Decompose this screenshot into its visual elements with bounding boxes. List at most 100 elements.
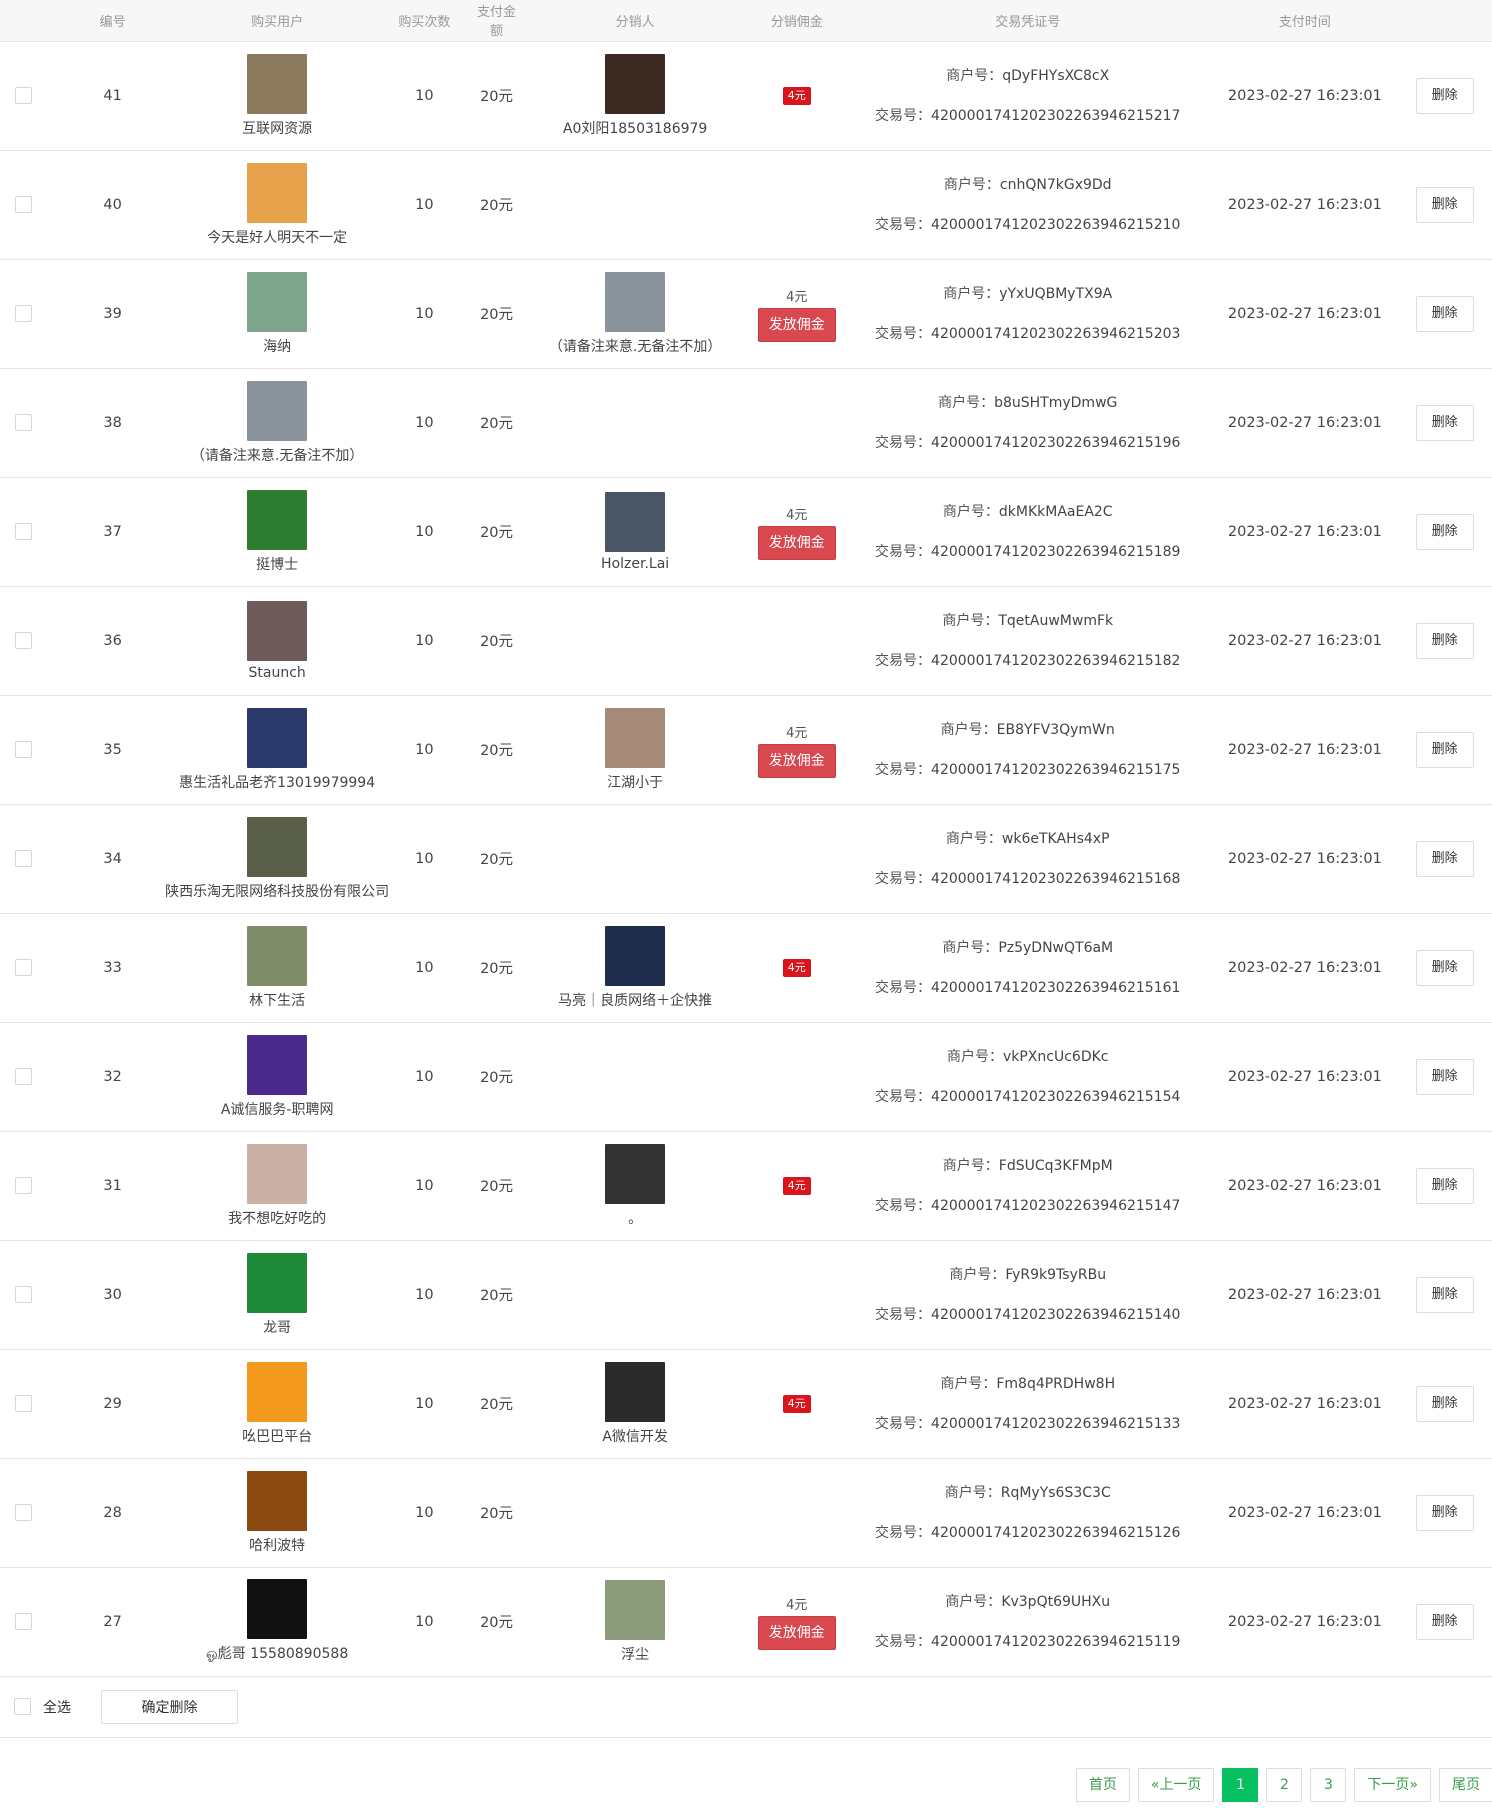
proof-cell: 商户号：qDyFHYsXC8cX 交易号：4200001741202302263…	[842, 41, 1213, 151]
trade-no: 交易号：4200001741202302263946215161	[843, 968, 1213, 1008]
delete-button[interactable]: 删除	[1415, 1058, 1474, 1095]
trade-no-label: 交易号：	[875, 543, 932, 560]
buyer-name: （请备注来意.无备注不加）	[190, 447, 364, 464]
row-checkbox[interactable]	[14, 305, 32, 322]
table-row: 40 今天是好人明天不一定 10 20元 商户号：cnhQN7kGx9Dd 交易…	[0, 150, 1492, 260]
row-checkbox[interactable]	[14, 1068, 32, 1085]
buyer-avatar	[247, 1361, 308, 1422]
pay-commission-button[interactable]: 发放佣金	[757, 525, 836, 560]
order-id: 39	[46, 259, 179, 369]
actions-cell: 删除	[1397, 477, 1492, 587]
commission-cell	[750, 1458, 843, 1568]
delete-button[interactable]: 删除	[1415, 1494, 1474, 1531]
row-checkbox[interactable]	[14, 1286, 32, 1303]
page-button-3[interactable]: 3	[1310, 1768, 1347, 1802]
table-row: 29 吆巴巴平台 10 20元 A微信开发 4元 商户号：Fm8q4PRDHw8…	[0, 1349, 1492, 1459]
delete-button[interactable]: 删除	[1415, 840, 1474, 877]
first-page-button[interactable]: 首页	[1075, 1768, 1130, 1802]
distributor-cell	[519, 368, 751, 478]
distributor-name: 江湖小于	[607, 774, 664, 791]
row-checkbox[interactable]	[14, 1395, 32, 1412]
delete-button[interactable]: 删除	[1415, 1603, 1474, 1640]
merchant-no-label: 商户号：	[943, 176, 1000, 193]
pay-commission-button[interactable]: 发放佣金	[757, 1615, 836, 1650]
buyer-cell: 吆巴巴平台	[178, 1349, 376, 1459]
trade-no: 交易号：4200001741202302263946215217	[843, 96, 1213, 136]
row-checkbox[interactable]	[14, 523, 32, 540]
header-id: 编号	[46, 0, 179, 42]
row-checkbox[interactable]	[14, 1613, 32, 1630]
table-row: 31 我不想吃好吃的 10 20元 。 4元 商户号：FdSUCq3KFMpM …	[0, 1131, 1492, 1241]
delete-button[interactable]: 删除	[1415, 77, 1474, 114]
delete-button[interactable]: 删除	[1415, 1167, 1474, 1204]
row-checkbox[interactable]	[14, 196, 32, 213]
order-id: 28	[46, 1458, 179, 1568]
purchase-count: 10	[375, 1022, 474, 1132]
purchase-count: 10	[375, 1458, 474, 1568]
row-checkbox[interactable]	[14, 1177, 32, 1194]
distributor-cell	[519, 586, 751, 696]
pay-commission-button[interactable]: 发放佣金	[757, 307, 836, 342]
table-row: 28 哈利波特 10 20元 商户号：RqMyYs6S3C3C 交易号：4200…	[0, 1458, 1492, 1568]
order-id: 40	[46, 150, 179, 260]
delete-button[interactable]: 删除	[1415, 186, 1474, 223]
distributor-cell: A微信开发	[519, 1349, 751, 1459]
trade-no-value: 4200001741202302263946215168	[931, 870, 1181, 887]
delete-button[interactable]: 删除	[1415, 295, 1474, 332]
delete-button[interactable]: 删除	[1415, 949, 1474, 986]
trade-no-value: 4200001741202302263946215210	[931, 216, 1181, 233]
buyer: 互联网资源	[179, 53, 375, 138]
delete-button[interactable]: 删除	[1415, 513, 1474, 550]
pay-amount: 20元	[473, 804, 520, 914]
order-table: 编号 购买用户 购买次数 支付金额 分销人 分销佣金 交易凭证号 支付时间 41 互联网资源 …	[0, 0, 1492, 1677]
merchant-no-value: dkMKkMAaEA2C	[998, 503, 1113, 520]
pay-amount: 20元	[473, 259, 520, 369]
merchant-no: 商户号：b8uSHTmyDmwG	[843, 383, 1213, 423]
select-cell	[0, 804, 47, 914]
row-checkbox[interactable]	[14, 414, 32, 431]
buyer-name: 林下生活	[249, 992, 306, 1009]
row-checkbox[interactable]	[14, 741, 32, 758]
row-checkbox[interactable]	[14, 87, 32, 104]
delete-button[interactable]: 删除	[1415, 622, 1474, 659]
proof-cell: 商户号：vkPXncUc6DKc 交易号：4200001741202302263…	[842, 1022, 1213, 1132]
page-button-2[interactable]: 2	[1266, 1768, 1303, 1802]
pay-time: 2023-02-27 16:23:01	[1212, 477, 1398, 587]
pay-amount: 20元	[473, 477, 520, 587]
trade-no-value: 4200001741202302263946215147	[931, 1197, 1181, 1214]
distributor: 马亮｜良质网络＋企快推	[520, 925, 751, 1010]
select-all-checkbox[interactable]	[14, 1698, 31, 1715]
select-cell	[0, 368, 47, 478]
buyer: ஓ彪哥 15580890588	[179, 1579, 375, 1664]
buyer-cell: 林下生活	[178, 913, 376, 1023]
row-checkbox[interactable]	[14, 632, 32, 649]
next-page-button[interactable]: 下一页»	[1354, 1768, 1431, 1802]
trade-no: 交易号：4200001741202302263946215175	[843, 750, 1213, 790]
table-row: 39 海纳 10 20元 （请备注来意.无备注不加） 4元 发放佣金 商户号：y…	[0, 259, 1492, 369]
row-checkbox[interactable]	[14, 850, 32, 867]
buyer-avatar	[247, 53, 308, 114]
prev-page-button[interactable]: «上一页	[1137, 1768, 1215, 1802]
pay-time: 2023-02-27 16:23:01	[1212, 586, 1398, 696]
row-checkbox[interactable]	[14, 1504, 32, 1521]
merchant-no: 商户号：Kv3pQt69UHXu	[843, 1582, 1213, 1622]
last-page-button[interactable]: 尾页	[1439, 1768, 1492, 1802]
delete-button[interactable]: 删除	[1415, 1276, 1474, 1313]
distributor-cell	[519, 150, 751, 260]
buyer-cell: ஓ彪哥 15580890588	[178, 1567, 376, 1677]
trade-no: 交易号：4200001741202302263946215140	[843, 1295, 1213, 1335]
delete-button[interactable]: 删除	[1415, 731, 1474, 768]
order-list-page: 编号 购买用户 购买次数 支付金额 分销人 分销佣金 交易凭证号 支付时间 41 互联网资源 …	[0, 0, 1492, 1808]
page-button-1[interactable]: 1	[1222, 1768, 1259, 1802]
commission-cell	[750, 1240, 843, 1350]
merchant-no: 商户号：Fm8q4PRDHw8H	[843, 1364, 1213, 1404]
pay-commission-button[interactable]: 发放佣金	[757, 743, 836, 778]
purchase-count: 10	[375, 41, 474, 151]
merchant-no-label: 商户号：	[940, 721, 997, 738]
distributor-avatar	[605, 1579, 666, 1640]
order-id: 38	[46, 368, 179, 478]
row-checkbox[interactable]	[14, 959, 32, 976]
delete-button[interactable]: 删除	[1415, 404, 1474, 441]
confirm-delete-button[interactable]: 确定删除	[101, 1689, 238, 1724]
delete-button[interactable]: 删除	[1415, 1385, 1474, 1422]
